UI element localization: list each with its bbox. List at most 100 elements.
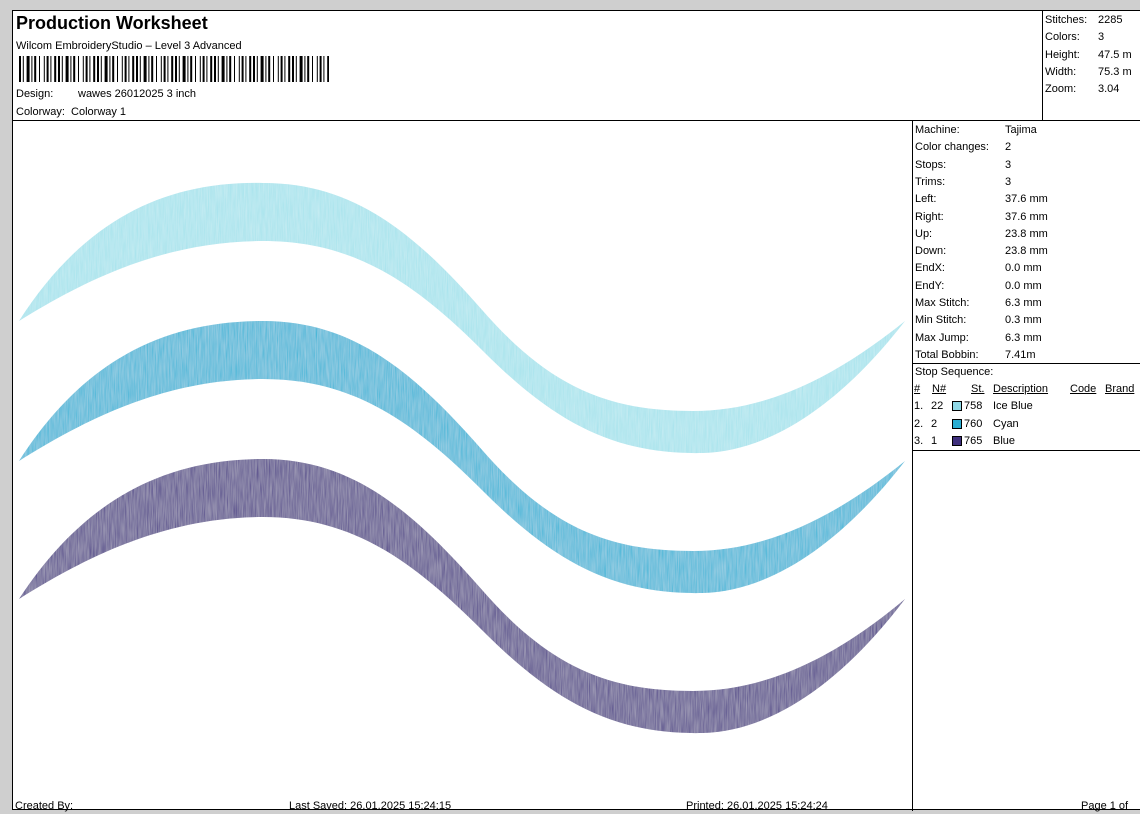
barcode-bar [178, 56, 180, 82]
machine-info-value: 37.6 mm [1005, 210, 1048, 223]
stop-row-description: Blue [993, 435, 1016, 447]
barcode-bar [202, 56, 205, 82]
barcode-bar [292, 56, 294, 82]
barcode-bar [277, 56, 279, 82]
barcode-bar [117, 56, 118, 82]
barcode-bar [124, 56, 127, 82]
barcode-bar [195, 56, 196, 82]
barcode-bar [163, 56, 166, 82]
barcode-bar [210, 56, 213, 82]
machine-info-label: Max Stitch: [915, 297, 970, 309]
barcode-bar [253, 56, 255, 82]
stop-row-stitch-count: 22 [931, 400, 944, 412]
machine-info-label: Left: [915, 193, 937, 206]
barcode-bar [241, 56, 244, 82]
barcode-bar [214, 56, 216, 82]
barcode-bar [70, 56, 72, 82]
machine-info-value: 23.8 mm [1005, 245, 1048, 258]
barcode-bar [128, 56, 130, 82]
thread-color-swatch [952, 436, 962, 446]
stop-row-thread-number: 758 [964, 400, 983, 412]
barcode-bar [148, 56, 150, 82]
colors-value: 3 [1098, 31, 1105, 43]
machine-info-value: 0.0 mm [1005, 279, 1042, 292]
barcode-bar [260, 56, 264, 82]
barcode-bar [136, 56, 138, 82]
barcode-bar [93, 56, 96, 82]
stop-sequence-panel: Stop Sequence: # N# St. Description Code Bran… [913, 363, 1140, 451]
barcode-bar [273, 56, 274, 82]
machine-info-row: Max Jump: 6.3 mm [915, 332, 1042, 344]
barcode-bar [312, 56, 313, 82]
barcode-bar [26, 56, 30, 82]
barcode-bar [217, 56, 219, 82]
machine-info-row: EndX: 0.0 mm [915, 262, 1042, 274]
printed-date: Printed: 26.01.2025 15:24:24 [686, 800, 828, 812]
barcode-bar [319, 56, 322, 82]
design-summary: Stitches: 2285 Colors: 3 Height: 47.5 m Wid… [1043, 11, 1140, 121]
design-preview [13, 121, 913, 811]
stop-column-header: Description [993, 383, 1049, 395]
page-number: Page 1 of [1081, 800, 1129, 812]
machine-info-value: 3 [1005, 175, 1012, 188]
stop-row-number: 2. [914, 417, 924, 430]
machine-info-row: EndY: 0.0 mm [915, 280, 1042, 292]
thread-color-swatch [952, 401, 962, 411]
barcode-bar [54, 56, 57, 82]
width-value: 75.3 m [1098, 66, 1132, 78]
barcode-bar [50, 56, 52, 82]
machine-info-label: Max Jump: [915, 331, 969, 344]
barcode-bar [65, 56, 69, 82]
wave-blue [19, 459, 905, 734]
barcode-bar [175, 56, 177, 82]
barcode-bar [268, 56, 271, 82]
barcode-bar [46, 56, 49, 82]
machine-info-value: 0.0 mm [1005, 262, 1042, 275]
machine-info-row: Up: 23.8 mm [915, 228, 1048, 240]
barcode-bar [104, 56, 108, 82]
barcode-bar [265, 56, 267, 82]
barcode-bar [304, 56, 306, 82]
barcode-bar [89, 56, 91, 82]
barcode-bar [316, 56, 318, 82]
stop-sequence-label: Stop Sequence: [915, 366, 994, 378]
machine-info-row: Left: 37.6 mm [915, 193, 1048, 205]
barcode-bar [187, 56, 189, 82]
wave-design-image [19, 182, 905, 734]
barcode-bar [85, 56, 88, 82]
barcode-bar [221, 56, 225, 82]
machine-info-value: 7.41m [1005, 348, 1036, 361]
stop-row-number: 3. [914, 435, 924, 447]
barcode-bar [284, 56, 286, 82]
barcode-bar [151, 56, 154, 82]
barcode-bar [229, 56, 232, 82]
barcode-bar [156, 56, 157, 82]
stop-column-header: Code [1070, 383, 1097, 395]
colorway-label: Colorway: [16, 106, 65, 118]
stop-row-thread-number: 765 [964, 435, 983, 447]
design-value: wawes 26012025 3 inch [78, 88, 197, 100]
machine-info-label: EndX: [915, 262, 945, 275]
barcode-bar [238, 56, 240, 82]
barcode-bar [61, 56, 63, 82]
colorway-row: Colorway: Colorway 1 [16, 106, 126, 118]
machine-info-value: 37.6 mm [1005, 193, 1048, 206]
page-title: Production Worksheet [16, 13, 208, 33]
machine-info-label: Up: [915, 227, 933, 240]
barcode-bar [121, 56, 123, 82]
machine-info-label: Down: [915, 245, 947, 258]
barcode-bar [31, 56, 33, 82]
barcode-bar [112, 56, 115, 82]
software-name: Wilcom EmbroideryStudio – Level 3 Advanc… [16, 40, 242, 52]
stop-column-header: Brand [1105, 383, 1135, 395]
barcode-bar [73, 56, 76, 82]
wave-ice-blue [19, 182, 905, 454]
stop-row-description: Ice Blue [993, 400, 1033, 412]
barcode-bar [97, 56, 99, 82]
stop-row-description: Cyan [993, 417, 1019, 430]
barcode-bar [143, 56, 147, 82]
stitches-label: Stitches: [1045, 14, 1088, 26]
barcode-bar [182, 56, 186, 82]
stop-row-thread-number: 760 [964, 417, 983, 430]
barcode-bar [78, 56, 79, 82]
